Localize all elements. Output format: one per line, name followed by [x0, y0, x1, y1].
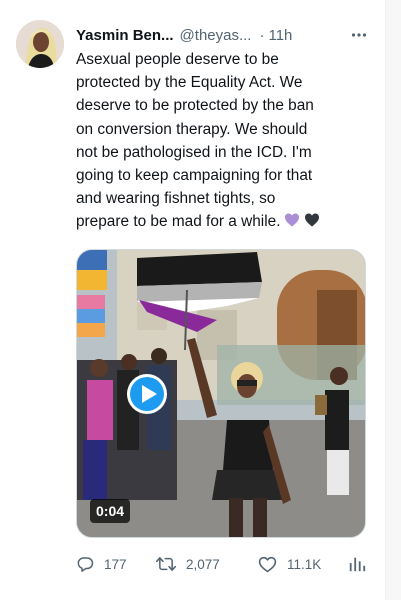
author-display-name[interactable]: Yasmin Ben...	[76, 27, 174, 44]
views-button[interactable]	[348, 553, 366, 575]
black-heart-icon	[305, 213, 320, 227]
heart-outline-icon	[258, 556, 277, 573]
avatar-image	[16, 20, 64, 68]
reply-button[interactable]: 177	[76, 553, 127, 575]
play-icon[interactable]	[126, 373, 168, 415]
avatar[interactable]	[16, 20, 64, 68]
reply-icon	[77, 557, 94, 572]
tweet-text-line: and wearing fishnet tights, so	[76, 190, 276, 208]
tweet-text-line: prepare to be mad for a while.	[76, 213, 281, 231]
tweet-card[interactable]: Yasmin Ben... @theyas... · 11h Asexual p…	[0, 0, 386, 600]
tweet-text: Asexual people deserve to be protected b…	[76, 48, 376, 234]
author-handle[interactable]: @theyas...	[180, 27, 252, 44]
video-media[interactable]	[76, 249, 366, 538]
views-bar-chart-icon	[349, 557, 366, 572]
purple-heart-icon	[285, 213, 300, 227]
like-button[interactable]: 11.1K	[258, 553, 321, 575]
tweet-text-line: on conversion therapy. We should	[76, 120, 308, 138]
scrollbar[interactable]	[386, 0, 401, 600]
reply-count: 177	[104, 556, 127, 572]
like-count: 11.1K	[287, 556, 322, 572]
tweet-text-last-line: prepare to be mad for a while.	[76, 210, 376, 233]
tweet-text-line: Asexual people deserve to be	[76, 51, 279, 68]
tweet-actions: 177 2,077 11.1K	[76, 553, 386, 575]
timestamp[interactable]: 11h	[268, 27, 292, 44]
video-duration: 0:04	[90, 499, 131, 523]
header-separator: ·	[259, 26, 265, 44]
retweet-count: 2,077	[186, 556, 220, 572]
video-thumbnail	[77, 250, 365, 537]
retweet-button[interactable]: 2,077	[156, 553, 220, 575]
tweet-text-line: not be pathologised in the ICD. I'm	[76, 143, 312, 161]
tweet-text-line: deserve to be protected by the ban	[76, 97, 314, 115]
more-horizontal-icon[interactable]	[348, 24, 370, 46]
tweet-text-line: protected by the Equality Act. We	[76, 74, 303, 92]
retweet-icon	[156, 557, 176, 571]
tweet-text-line: going to keep campaigning for that	[76, 167, 313, 185]
tweet-header: Yasmin Ben... @theyas... · 11h	[76, 24, 372, 46]
